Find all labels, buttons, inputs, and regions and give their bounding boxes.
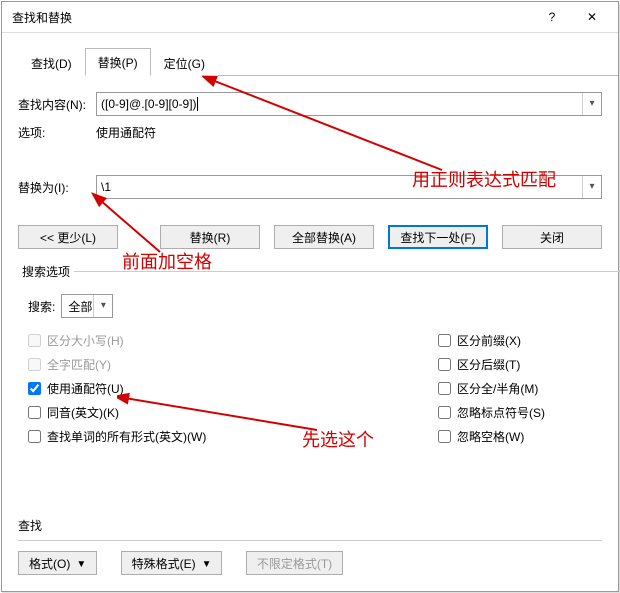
find-what-label: 查找内容(N): [18,96,96,113]
close-button[interactable]: 关闭 [502,225,602,249]
tab-replace[interactable]: 替换(P) [85,48,151,76]
chk-ignore-space[interactable]: 忽略空格(W) [438,424,620,448]
replace-button[interactable]: 替换(R) [160,225,260,249]
tab-goto[interactable]: 定位(G) [151,49,218,76]
chevron-down-icon: ▾ [93,295,112,317]
special-button[interactable]: 特殊格式(E)▼ [121,551,223,575]
chk-match-case: 区分大小写(H) [28,328,308,352]
noformat-button: 不限定格式(T) [246,551,343,575]
chk-sounds-like[interactable]: 同音(英文)(K) [28,400,308,424]
footer-title: 查找 [18,517,602,534]
options-label: 选项: [18,124,96,141]
chk-ignore-punct[interactable]: 忽略标点符号(S) [438,400,620,424]
close-window-button[interactable]: ✕ [572,3,612,31]
search-direction-select[interactable]: 全部 ▾ [61,294,113,318]
find-dropdown-icon[interactable]: ▾ [582,93,601,115]
replace-dropdown-icon[interactable]: ▾ [582,176,601,198]
help-button[interactable]: ? [532,3,572,31]
tab-find[interactable]: 查找(D) [18,49,85,76]
chk-word-forms[interactable]: 查找单词的所有形式(英文)(W) [28,424,308,448]
chk-match-prefix[interactable]: 区分前缀(X) [438,328,620,352]
options-value: 使用通配符 [96,124,156,141]
format-button[interactable]: 格式(O)▼ [18,551,97,575]
search-direction-label: 搜索: [28,298,55,315]
less-button[interactable]: << 更少(L) [18,225,118,249]
find-what-input[interactable]: ([0-9]@.[0-9][0-9]) ▾ [96,92,602,116]
chk-wildcards[interactable]: 使用通配符(U) [28,376,308,400]
chk-half-full[interactable]: 区分全/半角(M) [438,376,620,400]
search-options-legend: 搜索选项 [18,263,74,280]
replace-all-button[interactable]: 全部替换(A) [274,225,374,249]
chk-match-suffix[interactable]: 区分后缀(T) [438,352,620,376]
replace-with-label: 替换为(I): [18,179,96,196]
replace-with-input[interactable]: \1 ▾ [96,175,602,199]
find-next-button[interactable]: 查找下一处(F) [388,225,488,249]
dialog-title: 查找和替换 [12,9,532,26]
chk-whole-word: 全字匹配(Y) [28,352,308,376]
